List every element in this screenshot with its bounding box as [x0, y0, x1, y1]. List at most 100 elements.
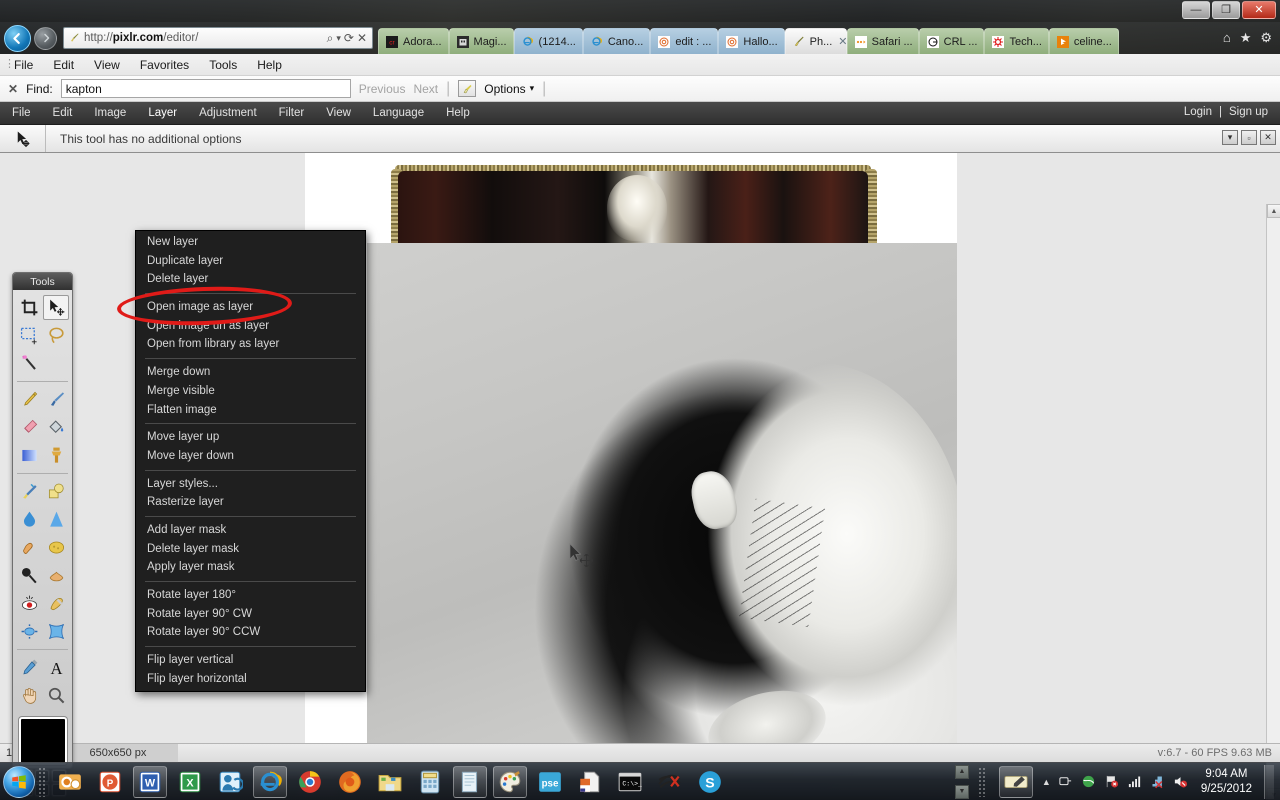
globe-icon[interactable] — [1080, 773, 1097, 790]
paint-bucket-tool-icon[interactable] — [43, 415, 69, 440]
drawing-tool-icon[interactable] — [43, 479, 69, 504]
panel-minimize-button[interactable]: ▾ — [1222, 130, 1238, 145]
forward-icon[interactable] — [34, 26, 57, 50]
scroll-up-icon[interactable]: ▲ — [1267, 204, 1280, 218]
find-close-icon[interactable]: ✕ — [8, 82, 18, 96]
taskbar-grip[interactable] — [38, 766, 47, 797]
zoom-tool-icon[interactable] — [43, 683, 69, 708]
find-options-button[interactable]: Options ▾ — [484, 82, 534, 96]
layer-menu-item[interactable]: Flatten image — [136, 401, 365, 420]
favorites-star-icon[interactable]: ★ — [1240, 30, 1252, 46]
stop-icon[interactable]: ✕ — [357, 31, 367, 45]
find-input[interactable]: kapton — [60, 79, 351, 98]
marquee-select-tool-icon[interactable] — [16, 323, 42, 348]
login-link[interactable]: Login — [1184, 106, 1212, 118]
internet-explorer-icon[interactable] — [253, 765, 287, 798]
skype-icon[interactable]: S — [693, 766, 727, 798]
browser-menu-view[interactable]: View — [94, 58, 120, 72]
pixlr-menu-view[interactable]: View — [326, 107, 351, 119]
layer-menu-item[interactable]: Add layer mask — [136, 521, 365, 540]
sponge-tool-icon[interactable] — [43, 535, 69, 560]
minimize-button[interactable]: — — [1182, 1, 1210, 19]
layer-menu-item[interactable]: Flip layer vertical — [136, 651, 365, 670]
layer-menu-item[interactable]: Delete layer mask — [136, 540, 365, 559]
show-desktop-button[interactable] — [1264, 764, 1274, 799]
layer-menu-item[interactable]: Merge visible — [136, 382, 365, 401]
type-tool-icon[interactable]: A — [43, 655, 69, 680]
search-icon[interactable]: ⌕ — [327, 31, 334, 46]
find-next-button[interactable]: Next — [413, 82, 438, 96]
layer-menu-item[interactable]: Open image url as layer — [136, 317, 365, 336]
browser-tab[interactable]: Cano... — [582, 28, 651, 54]
pinch-tool-icon[interactable] — [43, 619, 69, 644]
scribble-icon[interactable] — [653, 766, 687, 798]
brush-tool-icon[interactable] — [43, 387, 69, 412]
hand-tool-icon[interactable] — [16, 683, 42, 708]
pixlr-menu-adjustment[interactable]: Adjustment — [199, 107, 257, 119]
windows-start-orb-icon[interactable] — [3, 765, 35, 798]
browser-tab[interactable]: edit : ... — [650, 28, 719, 54]
dodge-tool-icon[interactable] — [16, 563, 42, 588]
browser-tab[interactable]: CRL ... — [918, 28, 985, 54]
signup-link[interactable]: Sign up — [1229, 106, 1268, 118]
panel-maximize-button[interactable]: ▫ — [1241, 130, 1257, 145]
paint-icon[interactable] — [493, 765, 527, 798]
word-icon[interactable]: W — [133, 765, 167, 798]
lasso-tool-icon[interactable] — [43, 323, 69, 348]
chevron-down-icon[interactable]: ▾ — [336, 33, 341, 44]
excel-icon[interactable]: X — [173, 766, 207, 798]
pixlr-menu-file[interactable]: File — [12, 107, 31, 119]
layer-menu-item[interactable]: Apply layer mask — [136, 558, 365, 577]
pixlr-menu-language[interactable]: Language — [373, 107, 424, 119]
calculator-icon[interactable] — [413, 766, 447, 798]
red-eye-tool-icon[interactable] — [16, 591, 42, 616]
eraser-tool-icon[interactable] — [16, 415, 42, 440]
browser-tab[interactable]: celine... — [1048, 28, 1119, 54]
flag-alert-icon[interactable] — [1103, 773, 1120, 790]
close-button[interactable]: ✕ — [1242, 1, 1276, 19]
color-picker-tool-icon[interactable] — [16, 655, 42, 680]
home-icon[interactable]: ⌂ — [1223, 30, 1231, 46]
network-error-icon[interactable] — [1149, 773, 1166, 790]
layer-menu-item[interactable]: Rotate layer 90° CW — [136, 605, 365, 624]
layer-menu-item[interactable]: Open from library as layer — [136, 335, 365, 354]
browser-tab[interactable]: Tech... — [984, 28, 1049, 54]
back-icon[interactable] — [4, 24, 31, 52]
browser-tab[interactable]: Safari ... — [846, 28, 919, 54]
layer-menu-item[interactable]: Rasterize layer — [136, 493, 365, 512]
browser-tab-active[interactable]: Ph... ✕ — [784, 28, 847, 54]
new-tab-button[interactable] — [1119, 32, 1139, 54]
browser-menu-tools[interactable]: Tools — [209, 58, 237, 72]
layer-menu-item[interactable]: Open image as layer — [136, 298, 365, 317]
tab-close-icon[interactable]: ✕ — [838, 35, 845, 48]
restore-button[interactable]: ❐ — [1212, 1, 1240, 19]
find-previous-button[interactable]: Previous — [359, 82, 406, 96]
signal-bars-icon[interactable] — [1126, 773, 1143, 790]
address-bar[interactable]: http://pixlr.com/editor/ ⌕ ▾ ⟳ ✕ — [63, 27, 373, 49]
outlook-icon[interactable] — [53, 766, 87, 798]
firefox-icon[interactable] — [333, 766, 367, 798]
layer-menu-item[interactable]: New layer — [136, 233, 365, 252]
layer-menu-item[interactable]: Move layer down — [136, 447, 365, 466]
layer-menu-item[interactable]: Rotate layer 90° CCW — [136, 623, 365, 642]
taskbar-clock[interactable]: 9:04 AM 9/25/2012 — [1195, 767, 1258, 796]
layer-menu-item[interactable]: Duplicate layer — [136, 252, 365, 271]
layer-menu-item[interactable]: Flip layer horizontal — [136, 670, 365, 689]
canvas-vertical-scrollbar[interactable]: ▲ ▼ — [1266, 204, 1280, 800]
primary-color-swatch[interactable] — [19, 717, 67, 765]
taskbar-scroll-buttons[interactable]: ▲ ▼ — [954, 764, 969, 799]
photoshop-elements-icon[interactable]: pse — [533, 766, 567, 798]
move-tool-icon[interactable] — [43, 295, 69, 320]
powerpoint-icon[interactable]: P — [93, 766, 127, 798]
panel-close-button[interactable]: ✕ — [1260, 130, 1276, 145]
tray-grip[interactable] — [977, 766, 987, 797]
highlighter-icon[interactable] — [458, 80, 477, 97]
browser-menu-edit[interactable]: Edit — [53, 58, 74, 72]
smudge-tool-icon[interactable] — [16, 535, 42, 560]
crop-tool-icon[interactable] — [16, 295, 42, 320]
pixlr-menu-help[interactable]: Help — [446, 107, 470, 119]
doodle-tool-icon[interactable] — [43, 591, 69, 616]
pen-input-icon[interactable] — [998, 765, 1033, 798]
browser-menu-file[interactable]: File — [14, 58, 33, 72]
bloat-tool-icon[interactable] — [16, 619, 42, 644]
